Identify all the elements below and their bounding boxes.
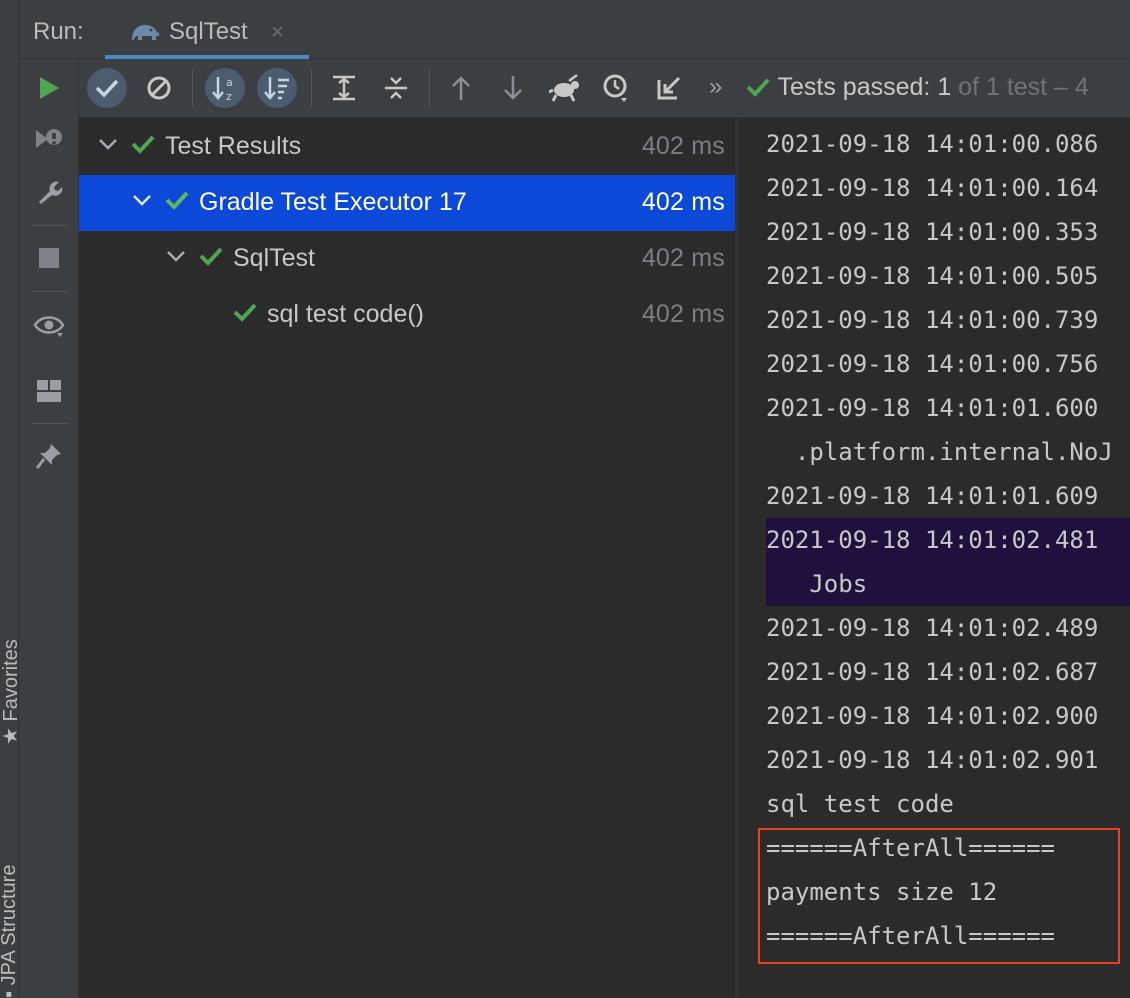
checkmark-icon (95, 79, 119, 98)
sort-by-duration-toggle[interactable] (257, 68, 297, 108)
sort-duration-icon (264, 77, 289, 100)
export-results-button[interactable] (649, 68, 689, 108)
console-line: .platform.internal.NoJ (766, 438, 1113, 466)
previous-failed-button[interactable] (441, 68, 481, 108)
passed-check-icon (199, 247, 223, 266)
stop-icon[interactable] (33, 242, 65, 274)
pin-icon[interactable] (33, 440, 65, 472)
tab-title: SqlTest (169, 18, 248, 45)
status-suffix: of 1 test – 4 (958, 73, 1089, 101)
history-icon (603, 74, 627, 102)
console-line: 2021-09-18 14:01:00.739 (766, 306, 1099, 334)
separator (31, 291, 67, 292)
separator (192, 69, 193, 107)
passed-check-icon (746, 78, 770, 97)
jpa-structure-label: JPA Structure (0, 864, 20, 986)
console-line: 2021-09-18 14:01:00.756 (766, 350, 1099, 378)
chevron-down-icon[interactable] (97, 133, 119, 155)
turtle-icon (549, 74, 579, 102)
separator (311, 69, 312, 107)
duration: 402 ms (641, 132, 725, 160)
export-icon (657, 76, 681, 100)
console-output[interactable]: 2021-09-18 14:01:00.086 2021-09-18 14:01… (739, 118, 1130, 998)
run-label: Run: (33, 18, 84, 45)
passed-check-icon (131, 135, 155, 154)
tree-row-gradle-test-executor[interactable]: Gradle Test Executor 17 402 ms (79, 175, 735, 231)
collapse-all-icon (385, 77, 407, 99)
console-line: Jobs (766, 570, 868, 598)
sort-alpha-icon: az (212, 76, 233, 103)
tree-label: Test Results (165, 132, 302, 160)
more-actions-icon[interactable]: » (709, 73, 722, 101)
console-line: 2021-09-18 14:01:00.164 (766, 174, 1099, 202)
next-failed-button[interactable] (493, 68, 533, 108)
show-ignored-toggle[interactable] (139, 68, 179, 108)
run-tool-window-header: Run: SqlTest × (19, 0, 1130, 59)
svg-text:a: a (226, 76, 233, 89)
expand-all-button[interactable] (324, 68, 364, 108)
separator (429, 69, 430, 107)
tree-row-test-results[interactable]: Test Results 402 ms (79, 119, 735, 175)
tree-label: sql test code() (267, 300, 425, 328)
duration: 402 ms (641, 300, 725, 328)
eye-icon[interactable] (33, 309, 65, 341)
passed-check-icon (165, 191, 189, 210)
layout-icon[interactable] (33, 375, 65, 407)
gradle-elephant-icon (129, 20, 161, 49)
collapse-all-button[interactable] (376, 68, 416, 108)
passed-check-icon (233, 303, 257, 322)
duration: 402 ms (641, 244, 725, 272)
svg-text:z: z (226, 90, 232, 103)
debug-rerun-icon[interactable] (33, 123, 65, 155)
left-side-strip: ★ Favorites ▪ JPA Structure (0, 0, 22, 998)
console-line: 2021-09-18 14:01:02.489 (766, 614, 1099, 642)
console-line: 2021-09-18 14:01:02.481 (766, 526, 1099, 554)
tree-label: SqlTest (233, 244, 315, 272)
console-line: sql test code (766, 790, 954, 818)
expand-all-icon (333, 75, 355, 101)
tree-label: Gradle Test Executor 17 (199, 188, 467, 216)
tree-row-sqltest[interactable]: SqlTest 402 ms (79, 231, 735, 287)
chevron-down-icon[interactable] (131, 189, 153, 211)
status-count: 1 (937, 73, 952, 101)
separator (31, 225, 67, 226)
arrow-down-icon (504, 76, 522, 100)
console-line: 2021-09-18 14:01:00.505 (766, 262, 1099, 290)
run-side-toolbar (19, 59, 79, 998)
console-line: 2021-09-18 14:01:01.609 (766, 482, 1099, 510)
sort-alphabetically-toggle[interactable]: az (205, 68, 245, 108)
run-icon[interactable] (33, 72, 65, 104)
import-tests-button[interactable] (545, 68, 585, 108)
wrench-icon[interactable] (33, 176, 65, 208)
console-line: 2021-09-18 14:01:02.901 (766, 746, 1099, 774)
jpa-icon: ▪ (0, 990, 20, 998)
annotation-highlight-box (758, 828, 1120, 964)
console-line: 2021-09-18 14:01:02.900 (766, 702, 1099, 730)
test-tree: Test Results 402 ms Gradle Test Executor… (79, 118, 735, 998)
tab-sqltest[interactable]: SqlTest × (105, 6, 309, 59)
arrow-up-icon (452, 76, 470, 100)
duration: 402 ms (641, 188, 725, 216)
separator (31, 423, 67, 424)
console-line: 2021-09-18 14:01:00.086 (766, 130, 1099, 158)
status-prefix: Tests passed: (777, 73, 931, 101)
test-runner-toolbar: az » Tests passed: 1 of 1 test – 4 (79, 59, 1130, 118)
console-line: 2021-09-18 14:01:02.687 (766, 658, 1099, 686)
show-passed-toggle[interactable] (87, 68, 127, 108)
jpa-structure-side-tab[interactable]: ▪ JPA Structure (0, 865, 21, 998)
console-line: 2021-09-18 14:01:00.353 (766, 218, 1099, 246)
console-line: 2021-09-18 14:01:01.600 (766, 394, 1099, 422)
ignored-icon (147, 76, 171, 100)
close-tab-icon[interactable]: × (271, 19, 284, 45)
test-history-button[interactable] (597, 68, 637, 108)
chevron-down-icon[interactable] (165, 245, 187, 267)
tests-status: Tests passed: 1 of 1 test – 4 (745, 73, 1089, 102)
tree-row-sql-test-code[interactable]: sql test code() 402 ms (79, 287, 735, 343)
